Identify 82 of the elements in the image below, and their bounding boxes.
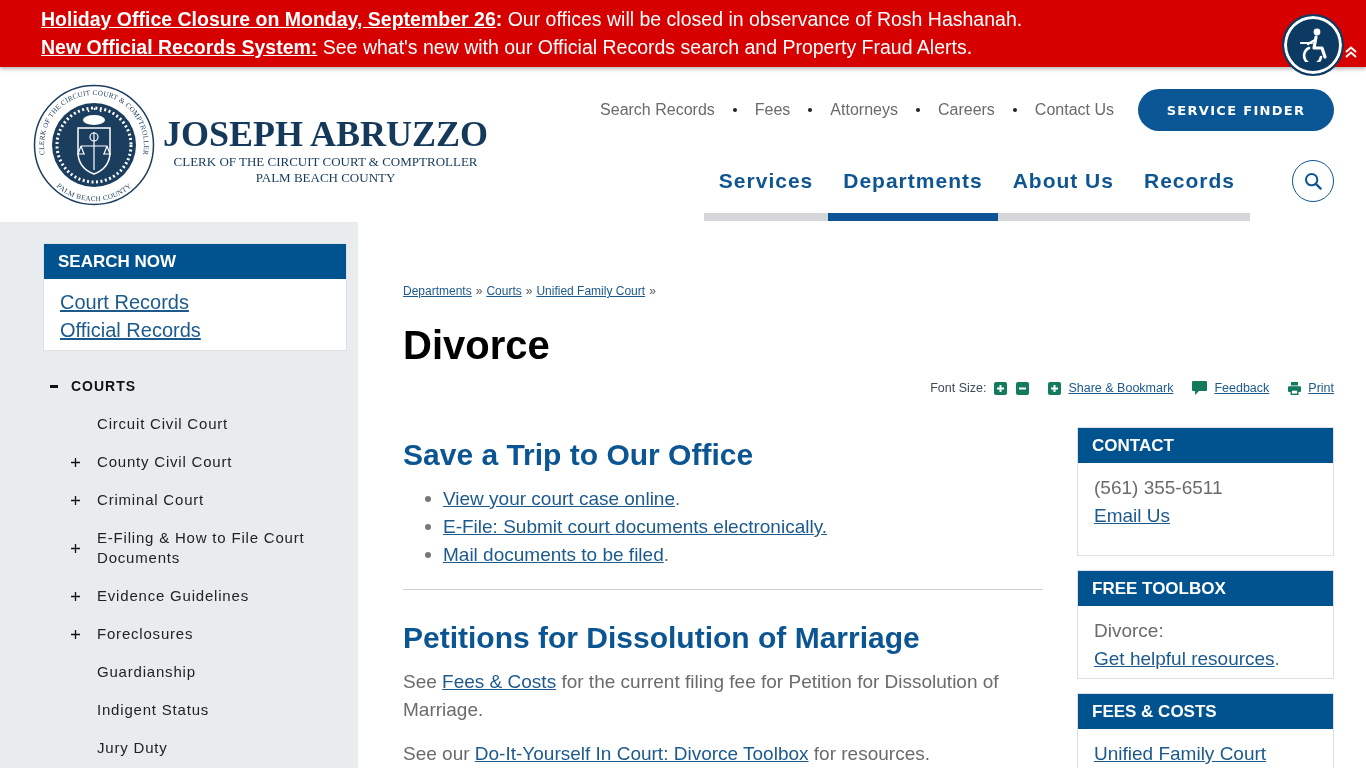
tree-link[interactable]: Jury Duty — [97, 738, 168, 758]
utility-link[interactable]: Fees — [754, 100, 791, 120]
expand-icon[interactable] — [71, 457, 80, 467]
bullet-icon — [425, 524, 431, 530]
expand-icon[interactable] — [71, 629, 80, 639]
utility-link[interactable]: Careers — [937, 100, 995, 120]
plus-icon[interactable] — [994, 381, 1008, 395]
breadcrumb-link[interactable]: Unified Family Court — [536, 283, 646, 299]
card-text: Divorce: Get helpful resources. — [1094, 619, 1281, 671]
nav-tab[interactable]: Services — [703, 160, 829, 221]
card-link[interactable]: Email Us — [1094, 502, 1170, 530]
paragraph: See Fees & Costs for the current filing fee for Petition for Dissolution of Marriage. — [403, 670, 1000, 722]
printer-icon — [1288, 381, 1302, 395]
section-heading: Petitions for Dissolution of Marriage — [403, 620, 921, 656]
utility-link[interactable]: Attorneys — [830, 100, 898, 120]
panel-header: FREE TOOLBOX — [1078, 571, 1333, 606]
utility-link[interactable]: Contact Us — [1034, 100, 1114, 120]
tree-link[interactable]: Indigent Status — [97, 700, 210, 720]
plus-icon — [1048, 381, 1062, 395]
bullet-icon — [425, 496, 431, 502]
expand-icon[interactable] — [71, 543, 80, 553]
tree-link[interactable]: Evidence Guidelines — [97, 586, 249, 606]
tree-link[interactable]: E-Filing & How to File Court Documents — [97, 528, 347, 568]
breadcrumb-separator: » — [525, 283, 533, 299]
nav-tab[interactable]: Departments — [828, 160, 998, 221]
panel-header: CONTACT — [1078, 428, 1333, 463]
content-link[interactable]: E-File: Submit court documents electronically. — [443, 513, 828, 541]
alert-link[interactable]: Holiday Office Closure on Monday, September 26 — [41, 8, 496, 30]
speech-bubble-icon — [1192, 381, 1208, 395]
tree-link[interactable]: Foreclosures — [97, 624, 194, 644]
sidebar-link[interactable]: Official Records — [60, 316, 201, 344]
alert-link[interactable]: New Official Records System: — [41, 36, 318, 58]
tree-link[interactable]: Criminal Court — [97, 490, 205, 510]
tree-link[interactable]: Guardianship — [97, 662, 196, 682]
feedback-link[interactable]: Feedback — [1192, 381, 1270, 395]
breadcrumb-link[interactable]: Departments — [403, 283, 472, 299]
search-icon — [1304, 172, 1322, 190]
service-finder-button[interactable]: SERVICE FINDER — [1138, 89, 1334, 131]
chevrons-up-icon[interactable] — [1345, 46, 1357, 58]
content-link[interactable]: Do-It-Yourself In Court: Divorce Toolbox — [474, 743, 809, 764]
section-heading: Save a Trip to Our Office — [403, 437, 755, 473]
panel-header: FEES & COSTS — [1078, 694, 1333, 729]
separator-dot-icon — [808, 108, 813, 112]
nav-tab[interactable]: Records — [1128, 160, 1250, 221]
bullet-icon — [425, 552, 431, 558]
font-size-label: Font Size: — [930, 381, 987, 395]
separator-dot-icon — [1012, 108, 1017, 112]
sidebar-link[interactable]: Court Records — [60, 288, 189, 316]
county-name: PALM BEACH COUNTY — [255, 170, 396, 186]
separator-dot-icon — [732, 108, 737, 112]
content-link[interactable]: View your court case online — [443, 488, 675, 509]
search-button[interactable] — [1292, 160, 1334, 202]
expand-icon[interactable] — [71, 495, 80, 505]
utility-link[interactable]: Search Records — [600, 100, 715, 120]
paragraph: See our Do-It-Yourself In Court: Divorce Toolbox for resources. — [403, 742, 931, 766]
page-title: Divorce — [403, 322, 551, 368]
list-item-text: Mail documents to be filed. — [443, 543, 669, 567]
wheelchair-icon — [1298, 28, 1328, 62]
tree-link[interactable]: Circuit Civil Court — [97, 414, 229, 434]
content-link[interactable]: Mail documents to be filed — [443, 544, 664, 565]
tree-link[interactable]: County Civil Court — [97, 452, 233, 472]
separator-dot-icon — [915, 108, 920, 112]
clerk-title: CLERK OF THE CIRCUIT COURT & COMPTROLLER — [173, 154, 478, 170]
tree-heading[interactable]: COURTS — [71, 376, 137, 396]
print-link[interactable]: Print — [1288, 381, 1334, 395]
clerk-name: JOSEPH ABRUZZO — [163, 114, 489, 154]
phone-number: (561) 355-6511 — [1094, 476, 1223, 500]
collapse-icon[interactable] — [50, 384, 58, 388]
breadcrumb-separator: » — [475, 283, 483, 299]
expand-icon[interactable] — [71, 591, 80, 601]
nav-tab[interactable]: About Us — [997, 160, 1129, 221]
card-link[interactable]: Get helpful resources — [1094, 648, 1275, 669]
breadcrumb-separator: » — [649, 283, 656, 299]
panel-header: SEARCH NOW — [44, 244, 346, 279]
breadcrumb-link[interactable]: Courts — [486, 283, 522, 299]
minus-icon[interactable] — [1016, 381, 1030, 395]
content-link[interactable]: Fees & Costs — [442, 671, 557, 692]
list-item-text: View your court case online. — [443, 487, 681, 511]
alert-text: Holiday Office Closure on Monday, September 26: Our offices will be closed in observance of Rosh Hashanah. — [41, 7, 1023, 32]
card-link[interactable]: Unified Family Court — [1094, 740, 1267, 768]
alert-text: New Official Records System: See what's new with our Official Records search and Property Fraud Alerts. — [41, 35, 973, 60]
share-link[interactable]: Share & Bookmark — [1048, 381, 1174, 395]
